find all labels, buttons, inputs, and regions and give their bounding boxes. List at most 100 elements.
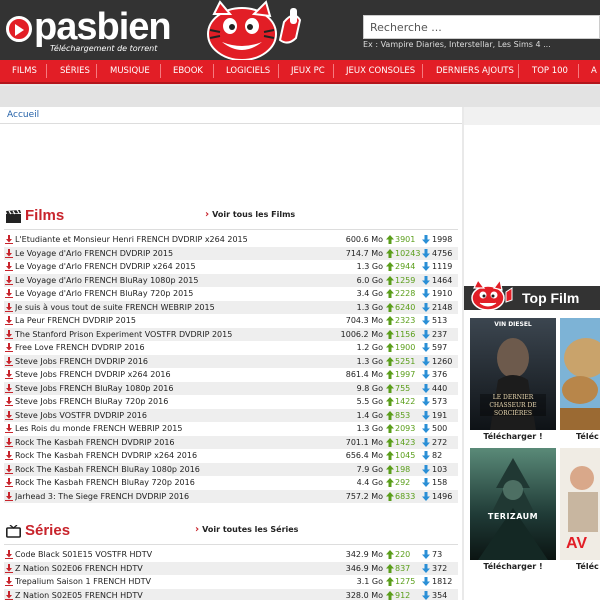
download-arrow-icon[interactable] [5, 437, 13, 447]
poster-download-link[interactable]: Télécharger ! [470, 432, 556, 441]
torrent-row[interactable]: Jarhead 3: The Siege FRENCH DVDRIP 2016 7… [4, 489, 458, 504]
torrent-row[interactable]: Z Nation S02E06 FRENCH HDTV 346.9 Mo 837 37… [4, 561, 458, 576]
download-arrow-icon[interactable] [5, 563, 13, 573]
torrent-row[interactable]: Steve Jobs FRENCH DVDRIP 2016 1.3 Go 5251 1… [4, 354, 458, 369]
download-arrow-icon[interactable] [5, 343, 13, 352]
torrent-row[interactable]: Rock The Kasbah FRENCH DVDRIP x264 2016 6… [4, 449, 458, 463]
nav-item-series[interactable]: Séries [60, 60, 90, 82]
torrent-row[interactable]: Le Voyage d'Arlo FRENCH BluRay 1080p 201… [4, 273, 458, 288]
torrent-name[interactable]: Z Nation S02E05 FRENCH HDTV [15, 589, 335, 600]
torrent-name[interactable]: Rock The Kasbah FRENCH BluRay 720p 2016 [15, 476, 335, 490]
download-arrow-icon[interactable] [5, 302, 13, 312]
torrent-row[interactable]: Rock The Kasbah FRENCH DVDRIP 2016 701.1 … [4, 435, 458, 450]
torrent-name[interactable]: Le Voyage d'Arlo FRENCH BluRay 1080p 201… [15, 274, 335, 288]
leechers-down-arrow-icon [422, 424, 430, 433]
breadcrumb[interactable]: Accueil [7, 110, 39, 120]
download-arrow-icon[interactable] [5, 235, 13, 244]
torrent-name[interactable]: L'Etudiante et Monsieur Henri FRENCH DVD… [15, 233, 335, 247]
torrent-row[interactable]: Rock The Kasbah FRENCH BluRay 1080p 2016… [4, 462, 458, 477]
torrent-name[interactable]: Je suis à vous tout de suite FRENCH WEBR… [15, 301, 335, 315]
torrent-name[interactable]: Le Voyage d'Arlo FRENCH DVDRIP x264 2015 [15, 260, 335, 274]
poster-download-link[interactable]: Téléc [560, 562, 600, 571]
torrent-name[interactable]: Le Voyage d'Arlo FRENCH DVDRIP 2015 [15, 247, 335, 261]
nav-item-films[interactable]: Films [12, 60, 37, 82]
torrent-row[interactable]: Rock The Kasbah FRENCH BluRay 720p 2016 4… [4, 476, 458, 490]
poster-download-link[interactable]: Téléc [560, 432, 600, 441]
nav-item-jeux-consoles[interactable]: Jeux Consoles [346, 60, 415, 82]
download-arrow-icon[interactable] [5, 451, 13, 460]
torrent-row[interactable]: Le Voyage d'Arlo FRENCH BluRay 720p 2015… [4, 287, 458, 301]
torrent-row[interactable]: Z Nation S02E05 FRENCH HDTV 328.0 Mo 912 35… [4, 588, 458, 600]
torrent-name[interactable]: Rock The Kasbah FRENCH DVDRIP 2016 [15, 436, 335, 450]
torrent-name[interactable]: La Peur FRENCH DVDRIP 2015 [15, 314, 335, 328]
nav-item-top-100[interactable]: Top 100 [532, 60, 568, 82]
torrent-name[interactable]: Rock The Kasbah FRENCH DVDRIP x264 2016 [15, 449, 335, 463]
torrent-row[interactable]: Trepalium Saison 1 FRENCH HDTV 3.1 Go 1275… [4, 575, 458, 589]
torrent-row[interactable]: Le Voyage d'Arlo FRENCH DVDRIP x264 2015… [4, 260, 458, 274]
download-arrow-icon[interactable] [5, 370, 13, 379]
download-arrow-icon[interactable] [5, 275, 13, 285]
torrent-name[interactable]: Steve Jobs FRENCH BluRay 720p 2016 [15, 395, 335, 409]
poster-comedy[interactable]: AV [560, 448, 600, 560]
download-arrow-icon[interactable] [5, 590, 13, 600]
torrent-name[interactable]: Z Nation S02E06 FRENCH HDTV [15, 562, 335, 576]
download-arrow-icon[interactable] [5, 577, 13, 586]
torrent-name[interactable]: Code Black S01E15 VOSTFR HDTV [15, 548, 335, 562]
torrent-row[interactable]: Le Voyage d'Arlo FRENCH DVDRIP 2015 714.7… [4, 246, 458, 261]
torrent-name[interactable]: Jarhead 3: The Siege FRENCH DVDRIP 2016 [15, 490, 335, 504]
poster-terizaum[interactable]: TERIZAUM [470, 448, 556, 560]
download-arrow-icon[interactable] [5, 356, 13, 366]
poster-good-dinosaur[interactable] [560, 318, 600, 430]
download-arrow-icon[interactable] [5, 248, 13, 258]
torrent-row[interactable]: Steve Jobs FRENCH DVDRIP x264 2016 861.4 … [4, 368, 458, 382]
download-arrow-icon[interactable] [5, 329, 13, 339]
download-arrow-icon[interactable] [5, 464, 13, 474]
download-arrow-icon[interactable] [5, 316, 13, 325]
torrent-row[interactable]: Steve Jobs FRENCH BluRay 1080p 2016 9.8 G… [4, 381, 458, 396]
torrent-name[interactable]: Steve Jobs FRENCH DVDRIP x264 2016 [15, 368, 335, 382]
torrent-row[interactable]: The Stanford Prison Experiment VOSTFR DV… [4, 327, 458, 342]
download-arrow-icon[interactable] [5, 424, 13, 433]
download-arrow-icon[interactable] [5, 397, 13, 406]
see-all-films-link[interactable]: › Voir tous les Films [205, 208, 295, 222]
torrent-name[interactable]: Les Rois du monde FRENCH WEBRIP 2015 [15, 422, 335, 436]
nav-item-jeux-pc[interactable]: Jeux PC [291, 60, 325, 82]
torrent-row[interactable]: Je suis à vous tout de suite FRENCH WEBR… [4, 300, 458, 315]
torrent-row[interactable]: La Peur FRENCH DVDRIP 2015 704.3 Mo 2323 51… [4, 314, 458, 328]
download-arrow-icon[interactable] [5, 289, 13, 298]
torrent-size: 9.8 Go [356, 383, 383, 393]
leechers-count: 440 [432, 383, 448, 393]
nav-item-more[interactable]: A [591, 60, 597, 82]
download-arrow-icon[interactable] [5, 478, 13, 487]
download-arrow-icon[interactable] [5, 410, 13, 420]
torrent-row[interactable]: L'Etudiante et Monsieur Henri FRENCH DVD… [4, 233, 458, 247]
nav-item-logiciels[interactable]: Logiciels [226, 60, 270, 82]
leechers-count: 597 [432, 343, 448, 352]
torrent-name[interactable]: Steve Jobs FRENCH BluRay 1080p 2016 [15, 382, 335, 396]
nav-item-ebook[interactable]: Ebook [173, 60, 203, 82]
search-input[interactable] [363, 15, 600, 39]
nav-item-derniers-ajouts[interactable]: Derniers ajouts [436, 60, 514, 82]
poster-download-link[interactable]: Télécharger ! [470, 562, 556, 571]
poster-last-witch-hunter[interactable]: VIN DIESEL LE DERNIER CHASSEUR DE SORCIÈ… [470, 318, 556, 430]
download-arrow-icon[interactable] [5, 262, 13, 271]
torrent-row[interactable]: Steve Jobs VOSTFR DVDRIP 2016 1.4 Go 853 19… [4, 408, 458, 423]
leechers-count: 354 [432, 590, 448, 600]
torrent-name[interactable]: Trepalium Saison 1 FRENCH HDTV [15, 575, 335, 589]
torrent-row[interactable]: Steve Jobs FRENCH BluRay 720p 2016 5.5 Go… [4, 395, 458, 409]
download-arrow-icon[interactable] [5, 491, 13, 501]
torrent-row[interactable]: Code Black S01E15 VOSTFR HDTV 342.9 Mo 220… [4, 548, 458, 562]
torrent-row[interactable]: Free Love FRENCH DVDRIP 2016 1.2 Go 1900 59… [4, 341, 458, 355]
torrent-name[interactable]: Free Love FRENCH DVDRIP 2016 [15, 341, 335, 355]
see-all-series-link[interactable]: › Voir toutes les Séries [195, 523, 298, 537]
torrent-name[interactable]: Le Voyage d'Arlo FRENCH BluRay 720p 2015 [15, 287, 335, 301]
torrent-name[interactable]: Steve Jobs FRENCH DVDRIP 2016 [15, 355, 335, 369]
download-arrow-icon[interactable] [5, 383, 13, 393]
download-arrow-icon[interactable] [5, 550, 13, 559]
torrent-row[interactable]: Les Rois du monde FRENCH WEBRIP 2015 1.3 … [4, 422, 458, 436]
torrent-name[interactable]: Steve Jobs VOSTFR DVDRIP 2016 [15, 409, 335, 423]
torrent-name[interactable]: The Stanford Prison Experiment VOSTFR DV… [15, 328, 335, 342]
nav-item-musique[interactable]: Musique [110, 60, 150, 82]
torrent-name[interactable]: Rock The Kasbah FRENCH BluRay 1080p 2016 [15, 463, 335, 477]
site-logo[interactable]: pasbien Téléchargement de torrent [4, 6, 172, 54]
